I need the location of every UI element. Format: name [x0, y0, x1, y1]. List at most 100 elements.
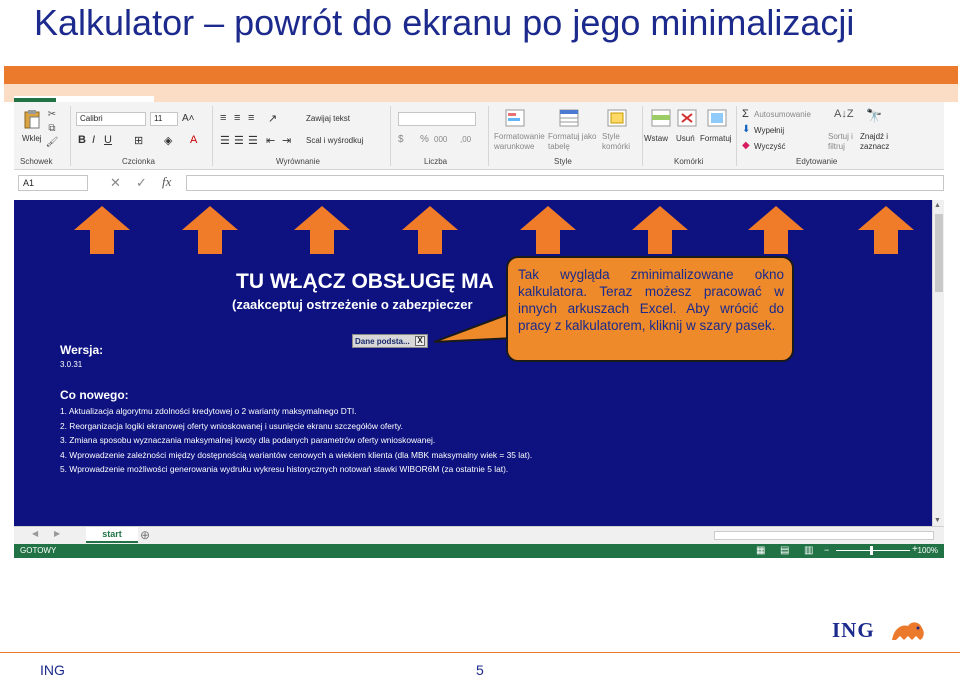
up-arrow-icon [748, 206, 804, 254]
tab-scroll-left-icon[interactable]: ◀ [32, 529, 38, 538]
enter-icon[interactable]: ✓ [136, 175, 147, 191]
formula-input[interactable] [186, 175, 944, 191]
scroll-down-icon[interactable]: ▼ [934, 517, 941, 524]
increase-indent-icon[interactable]: ⇥ [282, 134, 291, 147]
callout-pointer [434, 310, 514, 343]
cancel-icon[interactable]: ✕ [110, 175, 121, 191]
page-break-icon[interactable]: ▥ [804, 545, 813, 556]
align-middle-icon[interactable]: ≡ [234, 112, 240, 124]
close-icon[interactable]: X [415, 336, 425, 346]
decorative-orange-bar [4, 66, 958, 84]
font-color-icon[interactable]: A [190, 134, 197, 146]
up-arrow-icon [632, 206, 688, 254]
font-size-combo[interactable]: 11 [150, 112, 178, 126]
ribbon-separator [390, 106, 391, 166]
align-center-icon[interactable]: ☰ [234, 134, 244, 147]
paste-button[interactable]: Wklej [22, 134, 42, 143]
group-label-styles: Style [554, 157, 572, 166]
format-as-table-icon[interactable] [558, 108, 580, 128]
grow-font-icon[interactable]: A˄ [182, 113, 195, 124]
up-arrow-icon [402, 206, 458, 254]
underline-icon[interactable]: U [104, 134, 112, 146]
clear-button[interactable]: Wyczyść [754, 142, 785, 151]
align-bottom-icon[interactable]: ≡ [248, 112, 254, 124]
minimized-window-title[interactable]: Dane podsta... [355, 337, 410, 346]
sort-filter-button[interactable]: Sortuj i filtruj [828, 132, 858, 152]
align-top-icon[interactable]: ≡ [220, 112, 226, 124]
group-label-font: Czcionka [122, 157, 155, 166]
slide-title: Kalkulator – powrót do ekranu po jego mi… [34, 2, 855, 43]
excel-ribbon: Wklej ✂ ⧉ 🖌 Schowek Calibri 11 A˄ B I U … [14, 102, 944, 170]
cut-icon[interactable]: ✂ [46, 108, 58, 120]
conditional-formatting-button[interactable]: Formatowanie warunkowe [494, 132, 546, 152]
scrollbar-thumb[interactable] [935, 214, 943, 292]
page-layout-icon[interactable]: ▤ [780, 545, 789, 556]
orientation-icon[interactable]: ↗ [268, 112, 277, 125]
format-cells-icon[interactable] [706, 108, 728, 128]
find-select-button[interactable]: Znajdź i zaznacz [860, 132, 894, 152]
tab-scroll-right-icon[interactable]: ▶ [54, 529, 60, 538]
decrease-indent-icon[interactable]: ⇤ [266, 134, 275, 147]
autosum-button[interactable]: Autosumowanie [754, 110, 811, 119]
format-as-table-button[interactable]: Formatuj jako tabelę [548, 132, 598, 152]
fill-color-icon[interactable]: ◈ [164, 134, 172, 147]
sort-filter-icon[interactable]: A↓Z [834, 108, 854, 120]
insert-button[interactable]: Wstaw [644, 134, 668, 143]
find-select-icon[interactable]: 🔭 [866, 108, 882, 124]
minimized-calculator-window[interactable]: Dane podsta... X [352, 334, 428, 348]
insert-cells-icon[interactable] [650, 108, 672, 128]
zoom-level[interactable]: 100% [918, 546, 938, 555]
copy-icon[interactable]: ⧉ [46, 122, 58, 134]
normal-view-icon[interactable]: ▦ [756, 545, 765, 556]
zoom-slider[interactable] [836, 550, 910, 551]
currency-icon[interactable]: $ [398, 134, 404, 145]
list-item: 2. Reorganizacja logiki ekranowej oferty… [60, 420, 403, 431]
macro-heading: TU WŁĄCZ OBSŁUGĘ MA [236, 270, 494, 293]
cell-styles-button[interactable]: Style komórki [602, 132, 642, 152]
conditional-formatting-icon[interactable] [504, 108, 526, 128]
align-left-icon[interactable]: ☰ [220, 134, 230, 147]
vertical-scrollbar[interactable]: ▲ ▼ [932, 200, 944, 526]
sheet-tabs-bar: ◀ ▶ start ⊕ [14, 526, 944, 544]
whats-new-label: Co nowego: [60, 388, 129, 402]
horizontal-scrollbar[interactable] [714, 531, 934, 540]
clear-icon[interactable]: ◆ [742, 140, 750, 151]
status-bar: GOTOWY ▦ ▤ ▥ − + 100% [14, 544, 944, 558]
format-button[interactable]: Formatuj [700, 134, 732, 143]
font-name-combo[interactable]: Calibri [76, 112, 146, 126]
bold-icon[interactable]: B [78, 134, 86, 146]
align-right-icon[interactable]: ☰ [248, 134, 258, 147]
zoom-slider-thumb[interactable] [870, 546, 873, 555]
list-item: 1. Aktualizacja algorytmu zdolności kred… [60, 406, 357, 416]
footer-divider [0, 652, 960, 653]
scroll-up-icon[interactable]: ▲ [934, 202, 941, 209]
group-label-clipboard: Schowek [20, 157, 53, 166]
delete-button[interactable]: Usuń [676, 134, 695, 143]
wrap-text-button[interactable]: Zawijaj tekst [306, 114, 350, 123]
fill-icon[interactable]: ⬇ [742, 124, 750, 135]
up-arrow-icon [74, 206, 130, 254]
zoom-out-icon[interactable]: − [824, 545, 829, 555]
add-sheet-icon[interactable]: ⊕ [140, 528, 150, 542]
worksheet-area[interactable]: TU WŁĄCZ OBSŁUGĘ MA (zaakceptuj ostrzeże… [14, 200, 932, 526]
insert-function-icon[interactable]: fx [162, 174, 171, 190]
autosum-icon[interactable]: Σ [742, 108, 749, 120]
name-box[interactable]: A1 [18, 175, 88, 191]
increase-decimal-icon[interactable]: ,00 [460, 135, 471, 144]
merge-center-button[interactable]: Scal i wyśrodkuj [306, 136, 363, 145]
cell-styles-icon[interactable] [606, 108, 628, 128]
ing-logo-text: ING [832, 618, 875, 642]
delete-cells-icon[interactable] [676, 108, 698, 128]
comma-style-icon[interactable]: 000 [434, 135, 447, 144]
format-painter-icon[interactable]: 🖌 [46, 136, 59, 148]
paste-icon[interactable] [22, 108, 42, 130]
fill-button[interactable]: Wypełnij [754, 126, 784, 135]
borders-icon[interactable]: ⊞ [134, 134, 143, 147]
tab-start[interactable]: start [86, 527, 138, 543]
italic-icon[interactable]: I [92, 134, 95, 146]
ribbon-separator [212, 106, 213, 166]
percent-icon[interactable]: % [420, 134, 429, 145]
number-format-combo[interactable] [398, 112, 476, 126]
ribbon-separator [642, 106, 643, 166]
callout-text: Tak wygląda zminimalizowane okno kalkula… [518, 267, 784, 333]
